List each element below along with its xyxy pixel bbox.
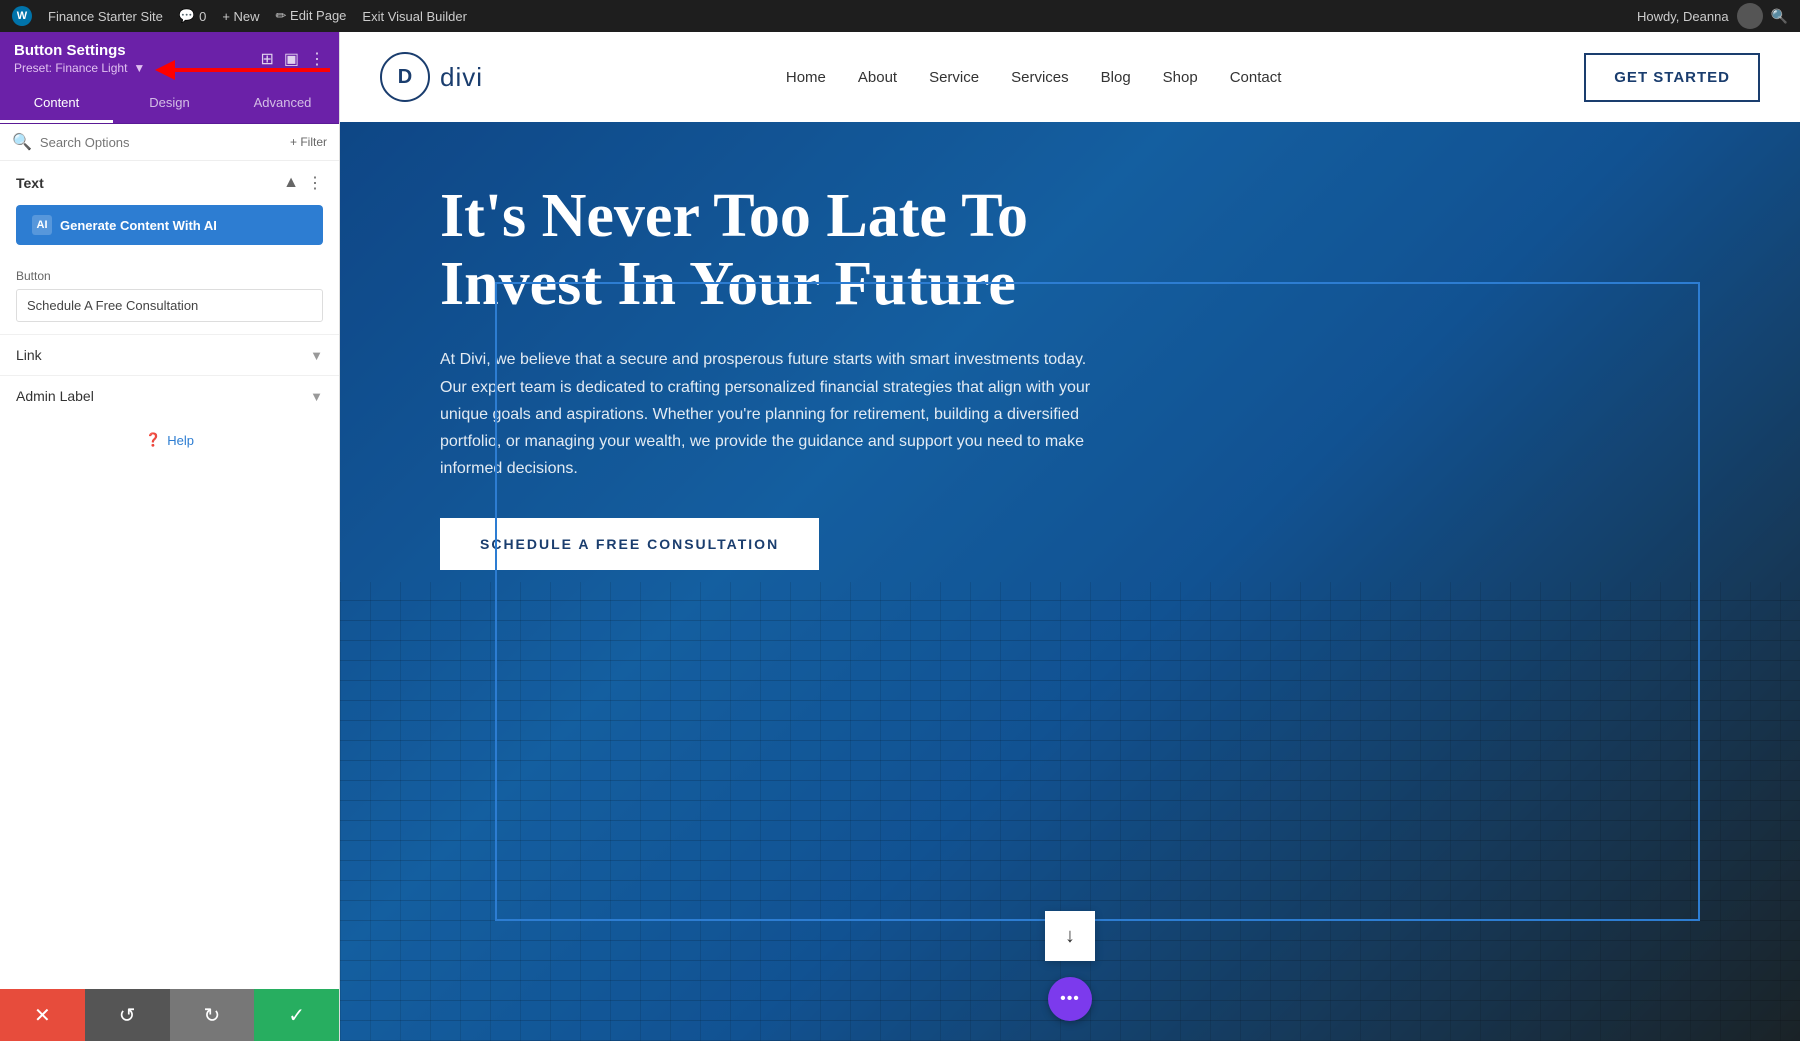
collapse-icon[interactable]: ▲ [283, 174, 299, 192]
red-arrow-annotation [155, 50, 335, 95]
hero-description: At Divi, we believe that a secure and pr… [440, 346, 1110, 482]
title-area: Button Settings Preset: Finance Light ▼ [14, 42, 145, 75]
hero-content: It's Never Too Late To Invest In Your Fu… [340, 122, 1210, 630]
edit-page-link[interactable]: ✏ Edit Page [276, 8, 347, 24]
filter-button[interactable]: + Filter [290, 135, 327, 149]
nav-links: Home About Service Services Blog Shop Co… [786, 69, 1282, 86]
help-label: Help [167, 433, 194, 448]
hero-cta-button[interactable]: SCHEDULE A FREE CONSULTATION [440, 518, 819, 570]
hero-title-line2: Invest In Your Future [440, 250, 1016, 318]
undo-button[interactable]: ↺ [85, 989, 170, 1041]
site-name[interactable]: Finance Starter Site [48, 9, 163, 24]
admin-label-chevron-icon: ▼ [310, 389, 323, 404]
site-preview: D divi Home About Service Services Blog … [340, 32, 1800, 1041]
filter-label: + Filter [290, 135, 327, 149]
preset-line: Preset: Finance Light ▼ [14, 61, 145, 75]
button-label: Button [16, 269, 323, 283]
help-icon: ❓ [145, 432, 161, 448]
text-section-header: Text ▲ ⋮ [0, 161, 339, 201]
hero-section: It's Never Too Late To Invest In Your Fu… [340, 122, 1800, 1041]
sidebar-actions: ✕ ↺ ↻ ✓ [0, 989, 339, 1041]
link-section[interactable]: Link ▼ [0, 334, 339, 375]
nav-service[interactable]: Service [929, 69, 979, 86]
scroll-down-button[interactable]: ↓ [1045, 911, 1095, 961]
link-chevron-icon: ▼ [310, 348, 323, 363]
help-section[interactable]: ❓ Help [0, 416, 339, 464]
link-section-title: Link [16, 347, 42, 363]
search-icon[interactable]: 🔍 [1771, 8, 1788, 25]
settings-sidebar: Button Settings Preset: Finance Light ▼ … [0, 32, 340, 1041]
comment-icon: 💬 [179, 8, 195, 24]
redo-button[interactable]: ↻ [170, 989, 255, 1041]
exit-visual-builder-link[interactable]: Exit Visual Builder [362, 9, 467, 24]
site-logo: D divi [380, 52, 483, 102]
new-button[interactable]: + New [222, 9, 259, 24]
logo-letter: D [398, 66, 412, 89]
avatar [1737, 3, 1763, 29]
preset-text: Preset: Finance Light [14, 61, 127, 75]
get-started-button[interactable]: GET STARTED [1584, 53, 1760, 102]
site-navigation: D divi Home About Service Services Blog … [340, 32, 1800, 122]
generate-ai-button[interactable]: AI Generate Content With AI [16, 205, 323, 245]
divi-dots-menu-button[interactable]: ••• [1048, 977, 1092, 1021]
logo-text: divi [440, 62, 483, 93]
button-text-input[interactable] [16, 289, 323, 322]
save-button[interactable]: ✓ [254, 989, 339, 1041]
dots-icon: ••• [1060, 990, 1080, 1008]
hero-title-line1: It's Never Too Late To [440, 182, 1028, 250]
howdy-text: Howdy, Deanna [1637, 9, 1729, 24]
settings-title: Button Settings [14, 42, 145, 59]
cancel-button[interactable]: ✕ [0, 989, 85, 1041]
nav-services[interactable]: Services [1011, 69, 1069, 86]
hero-title: It's Never Too Late To Invest In Your Fu… [440, 182, 1110, 318]
main-layout: Button Settings Preset: Finance Light ▼ … [0, 32, 1800, 1041]
tab-content[interactable]: Content [0, 85, 113, 123]
section-controls: ▲ ⋮ [283, 173, 323, 193]
admin-label-title: Admin Label [16, 388, 94, 404]
wp-logo-icon: W [12, 6, 32, 26]
search-input[interactable] [40, 135, 282, 150]
button-form-group: Button [0, 261, 339, 334]
wp-admin-bar: W Finance Starter Site 💬 0 + New ✏ Edit … [0, 0, 1800, 32]
nav-shop[interactable]: Shop [1163, 69, 1198, 86]
admin-label-section[interactable]: Admin Label ▼ [0, 375, 339, 416]
logo-circle: D [380, 52, 430, 102]
nav-home[interactable]: Home [786, 69, 826, 86]
nav-contact[interactable]: Contact [1230, 69, 1282, 86]
preset-arrow-icon[interactable]: ▼ [133, 61, 145, 75]
nav-blog[interactable]: Blog [1101, 69, 1131, 86]
nav-about[interactable]: About [858, 69, 897, 86]
ai-icon: AI [32, 215, 52, 235]
scroll-down-icon: ↓ [1065, 925, 1075, 948]
text-section-title: Text [16, 175, 44, 191]
section-menu-icon[interactable]: ⋮ [307, 173, 323, 193]
user-menu[interactable]: Howdy, Deanna 🔍 [1637, 3, 1788, 29]
comment-count[interactable]: 💬 0 [179, 8, 206, 24]
ai-button-label: Generate Content With AI [60, 218, 217, 233]
search-icon: 🔍 [12, 132, 32, 152]
search-bar: 🔍 + Filter [0, 124, 339, 161]
sidebar-content: Text ▲ ⋮ AI Generate Content With AI But… [0, 161, 339, 1041]
